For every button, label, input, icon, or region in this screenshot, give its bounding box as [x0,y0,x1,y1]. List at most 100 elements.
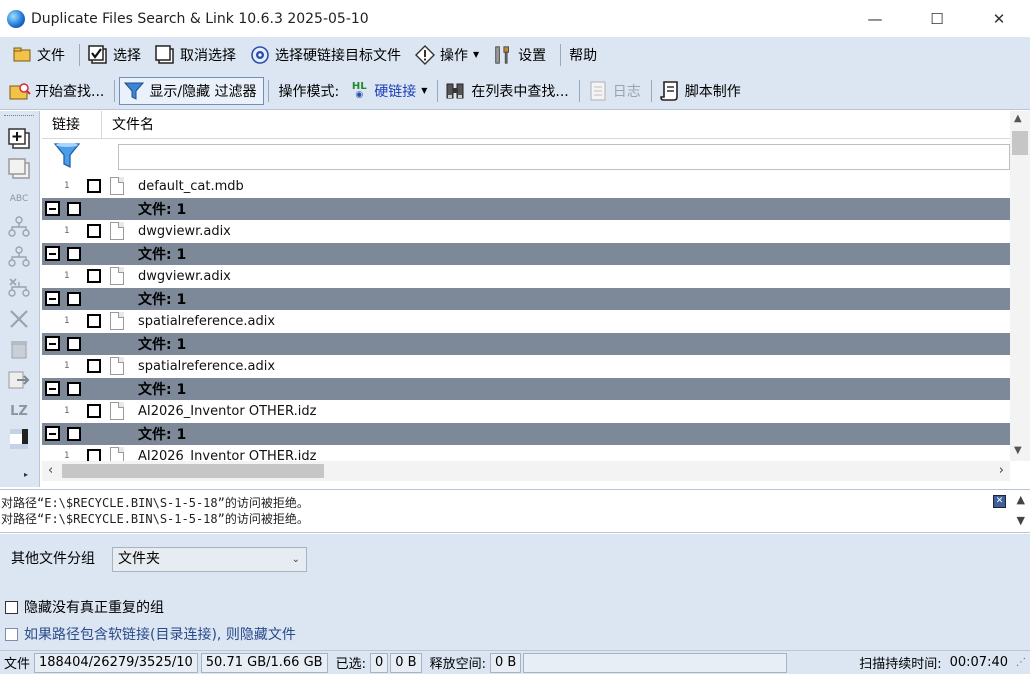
group-checkbox[interactable] [67,426,81,441]
find-in-list-button[interactable]: 在列表中查找... [442,77,574,105]
side-toolbar: ABC LZ ▸ [0,111,40,487]
grip-handle[interactable] [4,115,34,117]
status-free-label: 释放空间: [429,657,486,672]
menu-select[interactable]: 选择 [84,41,151,69]
filter-input[interactable] [118,144,1010,170]
collapse-icon[interactable] [45,426,60,442]
group-row[interactable]: 文件: 1 [42,287,1010,310]
group-select-value: 文件夹 [118,551,160,567]
row-checkbox[interactable] [87,224,101,239]
scroll-left-icon[interactable]: ‹ [48,463,53,478]
file-row[interactable]: 1 spatialreference.adix [42,355,1010,378]
log-scroll-down-icon[interactable]: ▼ [1017,514,1025,527]
expand-arrow-icon[interactable]: ▸ [24,470,28,479]
horizontal-scrollbar[interactable]: ‹ › [42,461,1010,481]
horizontal-scroll-thumb[interactable] [62,464,324,478]
row-number: 1 [64,271,70,282]
copy-alt-icon[interactable] [6,157,32,181]
chevron-down-icon: ▼ [421,86,428,95]
tree-link-alt-icon[interactable] [6,245,32,269]
file-row[interactable]: 1 dwgviewr.adix [42,265,1010,288]
group-row[interactable]: 文件: 1 [42,197,1010,220]
file-row[interactable]: 1 default_cat.mdb [42,175,1010,198]
vertical-scroll-thumb[interactable] [1012,131,1028,155]
collapse-icon[interactable] [45,291,60,307]
vertical-scrollbar[interactable]: ▲ ▼ [1010,111,1030,461]
menu-settings[interactable]: 设置 [489,41,556,69]
mode-dropdown[interactable]: HL ◉ 硬链接 ▼ [345,77,433,105]
hide-symlink-checkbox[interactable]: 如果路径包含软链接(目录连接), 则隐藏文件 [5,624,296,644]
menu-select-hardlink-targets[interactable]: 选择硬链接目标文件 [246,41,411,69]
log-line: 对路径“F:\$RECYCLE.BIN\S-1-5-18”的访问被拒绝。 [1,512,309,526]
group-checkbox[interactable] [67,336,81,351]
find-in-list-label: 在列表中查找... [471,83,569,100]
column-link[interactable]: 链接 [42,110,102,139]
menu-deselect[interactable]: 取消选择 [151,41,246,69]
hide-non-dup-checkbox[interactable]: 隐藏没有真正重复的组 [5,597,164,617]
start-search-button[interactable]: 开始查找... [6,77,110,105]
tree-link-icon[interactable] [6,215,32,239]
delete-icon[interactable] [6,307,32,331]
group-checkbox[interactable] [67,201,81,216]
group-row[interactable]: 文件: 1 [42,422,1010,445]
file-row[interactable]: 1 AI2026_Inventor OTHER.idz [42,400,1010,423]
log-scroll-up-icon[interactable]: ▲ [1017,493,1025,506]
resize-grip-icon[interactable]: ⋰ [1012,653,1030,673]
collapse-icon[interactable] [45,201,60,217]
toggle-filter-button[interactable]: 显示/隐藏 过滤器 [119,76,264,105]
copy-icon[interactable] [6,127,32,151]
menu-help[interactable]: 帮助 [565,41,607,69]
collapse-icon[interactable] [45,381,60,397]
file-name: spatialreference.adix [138,313,276,329]
title-bar: Duplicate Files Search & Link 10.6.3 202… [0,0,1030,37]
abc-icon[interactable]: ABC [6,187,32,211]
group-row[interactable]: 文件: 1 [42,377,1010,400]
log-label: 日志 [612,83,641,100]
row-number: 1 [64,361,70,372]
menu-settings-label: 设置 [518,47,547,64]
maximize-button[interactable]: ☐ [906,0,968,37]
checkbox-icon[interactable] [5,600,18,614]
close-button[interactable]: ✕ [968,0,1030,37]
move-icon[interactable] [6,367,32,391]
log-button[interactable]: 日志 [584,77,647,105]
file-icon [110,357,124,376]
checkbox-icon[interactable] [5,627,18,641]
row-checkbox[interactable] [87,314,101,329]
script-label: 脚本制作 [684,83,741,100]
group-select[interactable]: 文件夹 ⌄ [112,547,307,572]
tree-unlink-icon[interactable] [6,275,32,299]
file-icon [110,402,124,421]
row-number: 1 [64,226,70,237]
status-progress [523,652,788,673]
stripe-icon[interactable] [6,427,32,451]
row-checkbox[interactable] [87,404,101,419]
menu-select-label: 选择 [113,47,141,64]
file-row[interactable]: 1 spatialreference.adix [42,310,1010,333]
group-checkbox[interactable] [67,246,81,261]
scroll-right-icon[interactable]: › [999,463,1004,478]
group-checkbox[interactable] [67,291,81,306]
group-row[interactable]: 文件: 1 [42,242,1010,265]
menu-operations[interactable]: 操作 ▼ [411,41,489,69]
lz-icon[interactable]: LZ [6,399,32,423]
recycle-icon[interactable] [6,337,32,361]
row-checkbox[interactable] [87,359,101,374]
filter-icon[interactable] [53,142,81,170]
row-checkbox[interactable] [87,269,101,284]
collapse-icon[interactable] [45,246,60,262]
collapse-icon[interactable] [45,336,60,352]
chevron-down-icon: ⌄ [291,554,300,565]
script-button[interactable]: 脚本制作 [656,77,747,105]
group-checkbox[interactable] [67,381,81,396]
group-row[interactable]: 文件: 1 [42,332,1010,355]
minimize-button[interactable]: — [844,0,906,37]
row-checkbox[interactable] [87,179,101,194]
log-close-icon[interactable]: ✕ [993,495,1006,508]
menu-file[interactable]: 文件 [8,41,75,69]
file-row[interactable]: 1 dwgviewr.adix [42,220,1010,243]
column-filename[interactable]: 文件名 [102,111,154,139]
scroll-down-icon[interactable]: ▼ [1014,445,1022,456]
scroll-up-icon[interactable]: ▲ [1014,113,1022,124]
menu-select-hardlink-label: 选择硬链接目标文件 [275,47,401,64]
